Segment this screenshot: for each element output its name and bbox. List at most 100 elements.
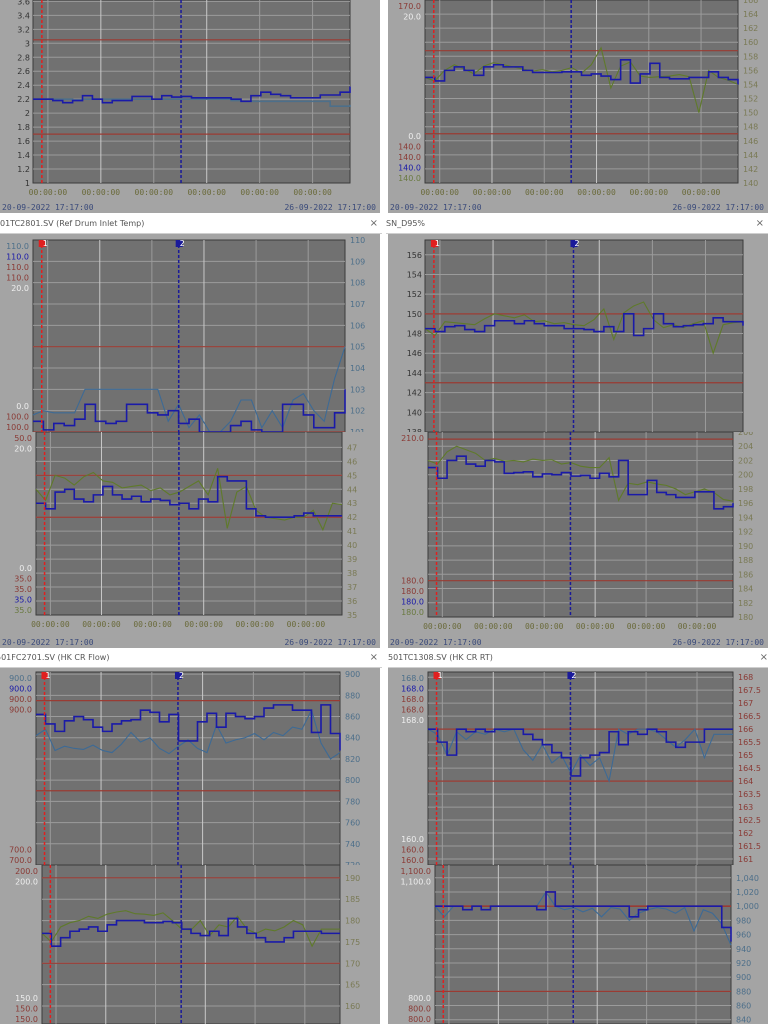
y-tick-label: 42: [347, 513, 357, 522]
plot-area[interactable]: [427, 432, 734, 618]
end-date: 26-09-2022 17:17:00: [672, 638, 764, 647]
chart-svg: 180 182 184 186 188 190 192 194 196 198 200 202 204 2…: [390, 432, 764, 647]
trend-chart-I[interactable]: 160 165 170 175 180 185 190 200.0 200.0 150.0 150.…: [0, 865, 380, 1024]
plot-area[interactable]: [424, 239, 744, 432]
scale-label: 110.0: [6, 253, 29, 262]
close-icon[interactable]: ×: [370, 215, 378, 233]
y-tick-label: 40: [347, 541, 357, 550]
y-tick-label: 152: [743, 95, 758, 104]
trend-chart-A[interactable]: 1 1.2 1.4 1.6 1.8 2 2.2 2.4 2.6 2.8 3 3.2 3.4 3.6 00:0…: [0, 0, 380, 213]
scale-label: 180.0: [401, 587, 424, 596]
scale-label: 35.0: [14, 606, 32, 615]
chart-svg: 1 1.2 1.4 1.6 1.8 2 2.2 2.4 2.6 2.8 3 3.2 3.4 3.6 00:0…: [2, 0, 376, 212]
time-tick-label: 00:00:00: [82, 620, 121, 629]
cursor-flag-label: 2: [179, 671, 184, 680]
y-tick-label: 162.5: [738, 816, 761, 825]
scale-label: 110.0: [6, 274, 29, 283]
time-tick-label: 00:00:00: [236, 620, 275, 629]
time-tick-label: 00:00:00: [420, 188, 459, 197]
y-tick-label: 780: [345, 797, 360, 806]
trend-chart-J[interactable]: 840 860 880 900 920 940 960 980 1,000 1,020 1,040 1…: [388, 865, 768, 1024]
scale-label: 900.0: [9, 674, 32, 683]
time-tick-label: 00:00:00: [82, 188, 121, 197]
scale-label: 168.0: [401, 695, 424, 704]
y-tick-label: 980: [736, 916, 751, 925]
y-tick-label: 175: [345, 938, 360, 947]
scale-label: 800.0: [408, 1005, 431, 1014]
time-tick-label: 00:00:00: [187, 188, 226, 197]
cursor-flag-label: 1: [438, 671, 443, 680]
scale-label: 1,100.0: [400, 867, 431, 876]
y-tick-label: 142: [743, 165, 758, 174]
time-tick-label: 00:00:00: [630, 188, 669, 197]
scale-label: 140.0: [398, 174, 421, 183]
time-tick-label: 00:00:00: [423, 622, 462, 631]
trend-title: 501TC1308.SV (HK CR RT): [388, 653, 493, 662]
y-tick-label: 3.6: [17, 0, 30, 6]
trend-titlebar-left-bottom: 501FC2701.SV (HK CR Flow) ×: [0, 649, 382, 668]
trend-title: 501FC2701.SV (HK CR Flow): [0, 653, 110, 662]
start-date: 20-09-2022 17:17:00: [2, 638, 94, 647]
time-tick-label: 00:00:00: [31, 620, 70, 629]
y-tick-label: 2.4: [17, 81, 30, 90]
scale-label: 800.0: [408, 994, 431, 1003]
y-tick-label: 1,000: [736, 902, 759, 911]
y-tick-label: 1.4: [17, 151, 30, 160]
scale-label: 168.0: [401, 674, 424, 683]
y-tick-label: 102: [350, 407, 365, 416]
plot-area[interactable]: [41, 865, 341, 1024]
trend-chart-G[interactable]: 72074076078080082084086088090012900.0900…: [0, 668, 380, 865]
plot-area[interactable]: [434, 865, 732, 1024]
time-tick-label: 00:00:00: [525, 188, 564, 197]
y-tick-label: 800: [345, 776, 360, 785]
close-icon[interactable]: ×: [756, 215, 764, 233]
trend-chart-D[interactable]: 35 36 37 38 39 40 41 42 43 44 45 46 47 00:00:00 00:00:…: [0, 432, 380, 648]
scale-label: 140.0: [398, 143, 421, 152]
scale-label: 0.0: [408, 132, 421, 141]
trend-chart-F[interactable]: 180 182 184 186 188 190 192 194 196 198 200 202 204 2…: [388, 432, 768, 648]
scale-label: 168.0: [401, 685, 424, 694]
scale-label: 160.0: [401, 846, 424, 855]
y-tick-label: 44: [347, 485, 357, 494]
chart-svg: 13814014214414614815015215415612: [407, 239, 744, 432]
close-icon[interactable]: ×: [370, 649, 378, 667]
y-tick-label: 106: [350, 321, 365, 330]
y-tick-label: 160: [345, 1002, 360, 1011]
scale-label: 700.0: [9, 846, 32, 855]
plot-area[interactable]: [32, 239, 346, 432]
y-tick-label: 1: [25, 179, 30, 188]
y-tick-label: 196: [738, 499, 753, 508]
y-tick-label: 2.6: [17, 67, 30, 76]
y-tick-label: 1.6: [17, 137, 30, 146]
scale-label: 170.0: [398, 2, 421, 11]
scale-label: 180.0: [401, 608, 424, 617]
scale-label: 200.0: [15, 878, 38, 887]
y-tick-label: 1.2: [17, 165, 30, 174]
trend-chart-B[interactable]: 140 142 144 146 148 150 152 154 156 158 160 162 164 1…: [388, 0, 768, 213]
y-tick-label: 880: [736, 987, 751, 996]
trend-chart-H[interactable]: 161 161.5 162 162.5 163 163.5 164 164.5 165 165.5…: [388, 668, 768, 865]
y-tick-label: 144: [743, 151, 758, 160]
close-icon[interactable]: ×: [760, 649, 768, 667]
plot-area[interactable]: [424, 0, 739, 184]
y-tick-label: 840: [345, 734, 360, 743]
chart-svg: 140 142 144 146 148 150 152 154 156 158 160 162 164 1…: [390, 0, 764, 212]
cursor-flag-label: 2: [571, 671, 576, 680]
trend-titlebar-left-mid: 01TC2801.SV (Ref Drum Inlet Temp) ×: [0, 215, 382, 234]
y-tick-label: 156: [743, 66, 758, 75]
y-tick-label: 146: [407, 349, 422, 358]
y-tick-label: 35: [347, 611, 357, 620]
y-tick-label: 162: [738, 829, 753, 838]
time-tick-label: 00:00:00: [184, 620, 223, 629]
y-tick-label: 142: [407, 389, 422, 398]
y-tick-label: 198: [738, 485, 753, 494]
y-tick-label: 164: [738, 777, 753, 786]
y-tick-label: 105: [350, 343, 365, 352]
y-tick-label: 161: [738, 855, 753, 864]
trend-title: SN_D95%: [386, 219, 426, 228]
y-tick-label: 2.2: [17, 95, 30, 104]
y-tick-label: 150: [407, 310, 422, 319]
trend-chart-C[interactable]: 10110210310410510610710810911012110.0110…: [0, 234, 380, 432]
trend-chart-E[interactable]: 13814014214414614815015215415612: [388, 234, 768, 432]
scale-label: 160.0: [401, 856, 424, 865]
